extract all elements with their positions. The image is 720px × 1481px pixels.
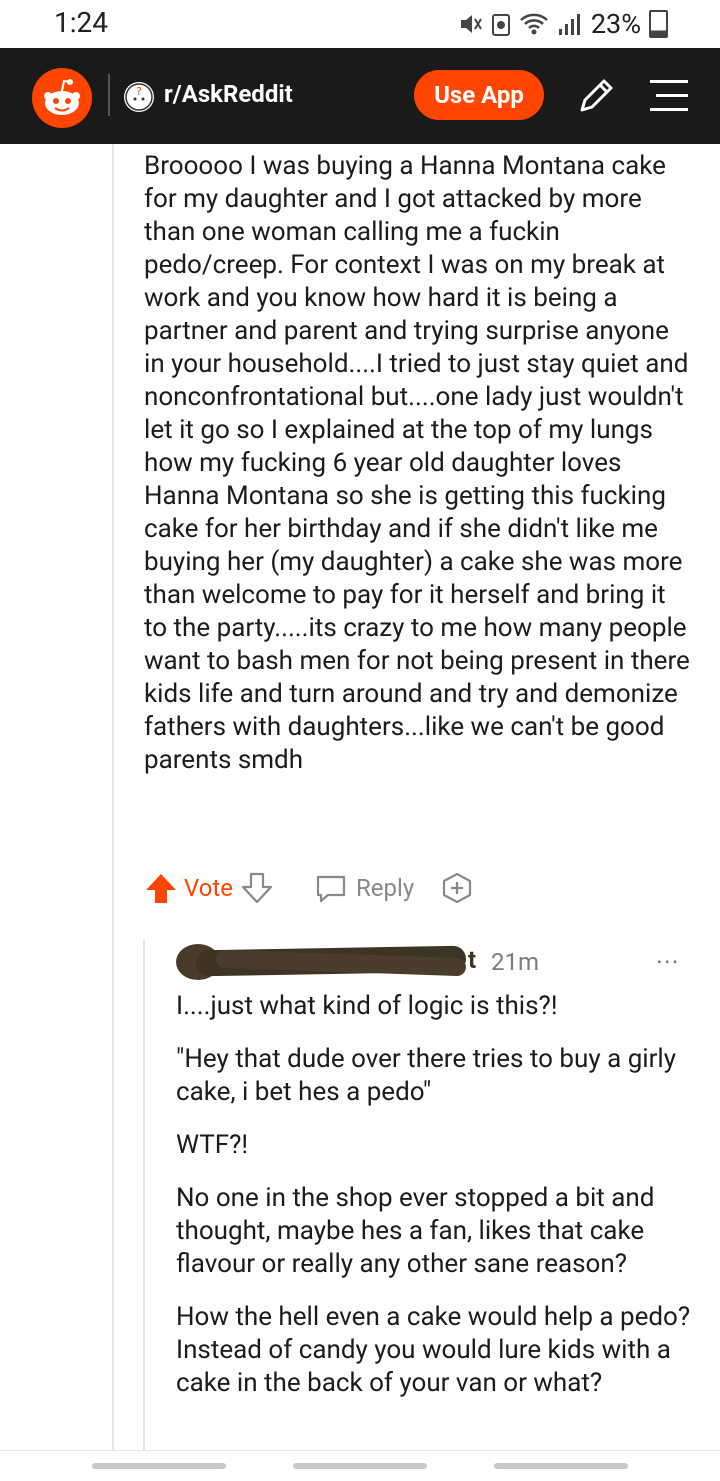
- status-icons: 23%: [457, 8, 668, 40]
- reply-button[interactable]: Reply: [314, 868, 414, 908]
- pencil-icon[interactable]: [576, 76, 616, 116]
- reply-paragraph: "Hey that dude over there tries to buy a…: [176, 1044, 677, 1107]
- comment-body: Brooooo I was buying a Hanna Montana cak…: [144, 151, 690, 775]
- nav-handle[interactable]: [494, 1463, 628, 1469]
- header-divider: [108, 74, 110, 116]
- username-fragment: t: [468, 946, 477, 974]
- navigation-bar: [0, 1450, 720, 1481]
- svg-text:?: ?: [136, 85, 142, 98]
- sync-icon: [491, 14, 510, 36]
- comment-actions: Vote Reply: [144, 868, 544, 908]
- reply-thread-line: [143, 940, 145, 1460]
- reply-paragraph: How the hell even a cake would help a pe…: [176, 1302, 691, 1398]
- nav-handle[interactable]: [92, 1463, 226, 1469]
- status-bar: 1:24 23%: [0, 0, 720, 48]
- subreddit-icon[interactable]: ?: [124, 82, 154, 112]
- vote-label: Vote: [184, 874, 234, 902]
- reply-paragraph: No one in the shop ever stopped a bit an…: [176, 1183, 655, 1279]
- reply-body: I....just what kind of logic is this?! "…: [176, 990, 696, 1420]
- wifi-icon: [520, 13, 548, 35]
- app-header: ? r/AskReddit Use App: [0, 48, 720, 144]
- mute-icon: [460, 15, 482, 33]
- subreddit-name[interactable]: r/AskReddit: [164, 80, 293, 108]
- comment-icon: [316, 875, 346, 903]
- reply-timestamp: 21m: [491, 948, 540, 976]
- reply-paragraph: I....just what kind of logic is this?!: [176, 991, 558, 1021]
- downvote-icon: [241, 872, 273, 904]
- reply-header: t 21m ...: [176, 940, 696, 984]
- nav-handle[interactable]: [293, 1463, 427, 1469]
- thread-line: [112, 144, 114, 1454]
- menu-icon[interactable]: [650, 78, 688, 114]
- reply-label: Reply: [356, 874, 415, 902]
- use-app-button[interactable]: Use App: [414, 70, 544, 120]
- battery-percent: 23%: [590, 8, 641, 40]
- status-time: 1:24: [54, 6, 108, 39]
- signal-icon: [558, 14, 580, 35]
- more-options-icon[interactable]: ...: [656, 940, 680, 970]
- upvote-icon: [146, 874, 176, 903]
- upvote-button[interactable]: [144, 868, 178, 908]
- downvote-button[interactable]: [240, 868, 274, 908]
- reply-paragraph: WTF?!: [176, 1130, 249, 1160]
- award-icon: [442, 872, 472, 904]
- reddit-logo-icon[interactable]: [32, 68, 92, 128]
- battery-icon: [649, 10, 668, 38]
- award-button[interactable]: [440, 868, 474, 908]
